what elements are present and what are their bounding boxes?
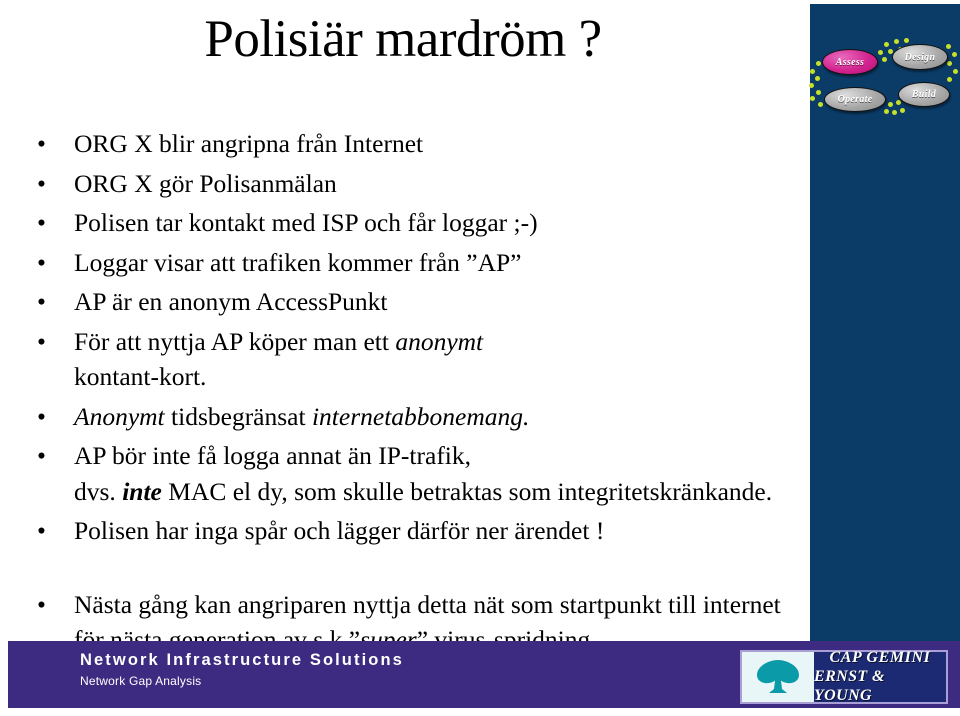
process-node-operate: Operate: [824, 87, 886, 112]
list-item-text: ORG X gör Polisanmälan: [74, 168, 337, 198]
list-item: • ORG X blir angripna från Internet: [0, 126, 845, 162]
footer-title: Network Infrastructure Solutions: [80, 651, 404, 669]
bullet-icon: •: [37, 287, 46, 316]
logo-line-2: ERNST & YOUNG: [814, 668, 885, 704]
list-item-text: AP bör inte få logga annat än IP-trafik,: [74, 441, 472, 470]
ring-dot-icon: [947, 61, 952, 66]
list-item-text: För att nyttja AP köper man ett: [74, 326, 396, 356]
list-item: • För att nyttja AP köper man ett anonym…: [0, 324, 845, 360]
process-lifecycle-logo: Assess Design Build Operate: [806, 30, 960, 125]
ring-dot-icon: [882, 57, 887, 62]
list-item: • Loggar visar att trafiken kommer från …: [0, 245, 845, 281]
bullet-icon: •: [37, 589, 46, 619]
ring-dot-icon: [900, 108, 905, 113]
logo-line-1: CAP GEMINI: [829, 649, 931, 666]
ring-dot-icon: [878, 50, 883, 55]
footer-subtitle: Network Gap Analysis: [80, 674, 202, 688]
ring-dot-icon: [818, 102, 823, 107]
continuation-pre: dvs.: [74, 476, 123, 506]
ring-dot-icon: [816, 90, 821, 95]
ring-dot-icon: [892, 110, 897, 115]
list-item: • Anonymt tidsbegränsat internetabbonema…: [0, 399, 845, 435]
list-item-text: Nästa gång kan angriparen nyttja detta n…: [74, 589, 781, 619]
bullet-icon: •: [37, 401, 46, 431]
ring-dot-icon: [953, 69, 958, 74]
list-item-continuation: dvs. inte MAC el dy, som skulle betrakta…: [0, 474, 845, 510]
continuation-post: MAC el dy, som skulle betraktas som inte…: [161, 476, 773, 506]
ring-dot-icon: [884, 109, 889, 114]
bullet-icon: •: [37, 129, 46, 158]
ring-dot-icon: [894, 39, 899, 44]
slide-footer: Network Infrastructure Solutions Network…: [0, 641, 960, 716]
bullet-icon: •: [37, 441, 46, 470]
footer-branding: Network Infrastructure Solutions Network…: [80, 650, 404, 690]
ring-dot-icon: [896, 100, 901, 105]
bullet-icon: •: [37, 326, 46, 356]
bullet-icon: •: [37, 247, 46, 277]
ring-dot-icon: [884, 42, 889, 47]
capgemini-ernstyoung-logo: CAP GEMINI ERNST & YOUNG: [740, 649, 948, 704]
list-item: • Polisen tar kontakt med ISP och får lo…: [0, 205, 845, 241]
ring-dot-icon: [815, 76, 820, 81]
slide-canvas: Polisiär mardröm ? • ORG X blir angripna…: [0, 0, 960, 716]
list-item-emphasis: anonymt: [395, 326, 484, 356]
bullet-icon: •: [37, 168, 46, 198]
slide-title: Polisiär mardröm ?: [204, 10, 602, 68]
bullet-icon: •: [37, 516, 46, 545]
process-node-design: Design: [892, 44, 948, 70]
list-item-emphasis: internetabbonemang.: [311, 401, 530, 431]
ring-dot-icon: [888, 102, 893, 107]
ring-dot-icon: [947, 77, 952, 82]
ring-dot-icon: [810, 96, 815, 101]
slide-body: • ORG X blir angripna från Internet • OR…: [0, 126, 845, 654]
list-item-text: Polisen tar kontakt med ISP och får logg…: [74, 208, 538, 237]
ring-dot-icon: [809, 83, 814, 88]
list-item-text: Loggar visar att trafiken kommer från ”A…: [74, 247, 522, 277]
process-node-build: Build: [898, 82, 950, 107]
list-item-text: tidsbegränsat: [164, 401, 312, 431]
bullet-icon: •: [37, 208, 46, 237]
ring-dot-icon: [952, 52, 957, 57]
process-node-assess: Assess: [822, 49, 878, 75]
ring-dot-icon: [904, 38, 909, 43]
capgemini-spade-icon: [742, 652, 814, 702]
list-item-text: ORG X blir angripna från Internet: [74, 129, 424, 158]
list-item-emphasis: Anonymt: [74, 401, 165, 431]
list-item-text: AP är en anonym AccessPunkt: [74, 287, 388, 316]
capgemini-wordmark: CAP GEMINI ERNST & YOUNG: [814, 649, 946, 704]
list-item: • AP är en anonym AccessPunkt: [0, 284, 845, 320]
list-item: • AP bör inte få logga annat än IP-trafi…: [0, 438, 845, 474]
ring-dot-icon: [946, 44, 951, 49]
list-item-text: Polisen har inga spår och lägger därför …: [74, 516, 605, 545]
list-item: • ORG X gör Polisanmälan: [0, 166, 845, 202]
ring-dot-icon: [810, 69, 815, 74]
continuation-emphasis: inte: [122, 476, 162, 506]
list-item: • Nästa gång kan angriparen nyttja detta…: [0, 587, 845, 623]
list-item: • Polisen har inga spår och lägger därfö…: [0, 513, 845, 549]
list-item-continuation: kontant-kort.: [74, 362, 207, 391]
ring-dot-icon: [816, 61, 821, 66]
